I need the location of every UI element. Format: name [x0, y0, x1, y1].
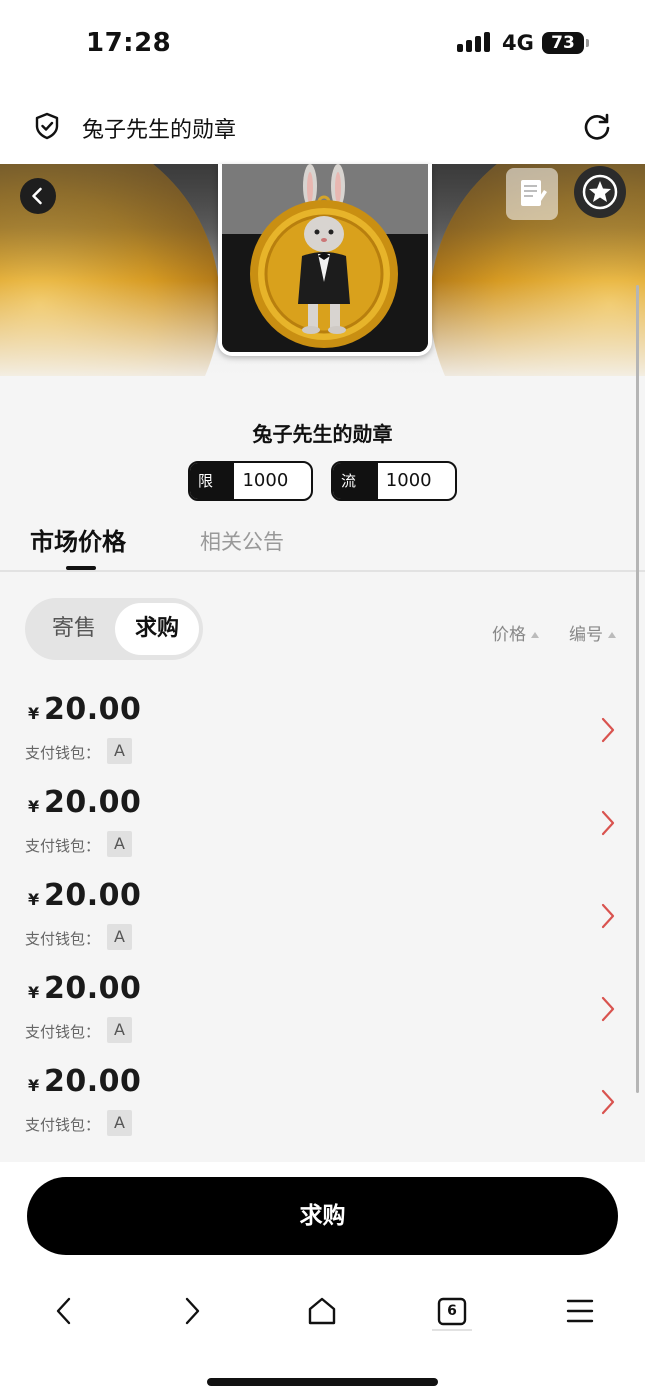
wallet-label: 支付钱包：: [25, 1116, 101, 1134]
battery-icon: 73: [542, 32, 584, 54]
tabs-count: 6: [447, 1303, 457, 1319]
menu-icon[interactable]: [560, 1291, 600, 1331]
wallet-tag: A: [107, 924, 132, 950]
sort-number-label: 编号: [569, 625, 603, 645]
chevron-right-icon: [601, 903, 615, 929]
main-content: 兔子先生的勋章 限量 1000份 流通 1000份 市场价格 相关公告 寄售 求…: [0, 376, 645, 1162]
wallet-label: 支付钱包：: [25, 837, 101, 855]
star-icon: [582, 174, 618, 210]
favorite-button[interactable]: [574, 166, 626, 218]
browser-back-icon[interactable]: [44, 1291, 84, 1331]
sort-price-label: 价格: [492, 625, 526, 645]
title-bar: 兔子先生的勋章: [0, 88, 645, 164]
page-title: 兔子先生的勋章: [82, 118, 237, 143]
listing-price: 20.00: [44, 692, 142, 727]
sell-buy-toggle: 寄售 求购: [25, 598, 203, 660]
sort-up-icon: [608, 632, 616, 638]
rabbit-medal-icon: [222, 164, 428, 352]
circulation-badge: 流通 1000份: [331, 461, 457, 501]
shield-icon: [35, 112, 59, 140]
browser-forward-icon[interactable]: [172, 1291, 212, 1331]
limit-badge: 限量 1000份: [188, 461, 313, 501]
wallet-label: 支付钱包：: [25, 744, 101, 762]
medal-image: [218, 164, 432, 356]
currency-symbol: ¥: [28, 797, 40, 816]
home-icon[interactable]: [302, 1291, 342, 1331]
status-time: 17:28: [86, 28, 172, 58]
wallet-tag: A: [107, 1017, 132, 1043]
refresh-icon[interactable]: [582, 112, 612, 142]
wallet-tag: A: [107, 831, 132, 857]
listing-price: 20.00: [44, 971, 142, 1006]
list-item[interactable]: ¥ 20.00 支付钱包： A: [0, 965, 645, 1058]
wallet-label: 支付钱包：: [25, 930, 101, 948]
currency-symbol: ¥: [28, 983, 40, 1002]
chevron-left-icon: [32, 187, 42, 205]
limit-value: 1000份: [242, 470, 289, 491]
browser-toolbar: 6: [0, 1275, 645, 1355]
currency-symbol: ¥: [28, 704, 40, 723]
sort-by-number[interactable]: 编号: [569, 620, 616, 645]
scrollbar[interactable]: [636, 285, 639, 1093]
listing-price: 20.00: [44, 1064, 142, 1099]
chevron-right-icon: [601, 996, 615, 1022]
limit-label: 限量: [190, 463, 235, 499]
list-item[interactable]: ¥ 20.00 支付钱包： A: [0, 779, 645, 872]
sort-by-price[interactable]: 价格: [492, 620, 539, 645]
currency-symbol: ¥: [28, 890, 40, 909]
listing-price: 20.00: [44, 878, 142, 913]
circulation-value: 1000份: [385, 470, 432, 491]
tab-market-price[interactable]: 市场价格: [30, 522, 126, 557]
list-item[interactable]: ¥ 20.00 支付钱包： A: [0, 1058, 645, 1151]
network-type: 4G: [502, 31, 534, 55]
tab-active-indicator: [66, 566, 96, 570]
listing-price: 20.00: [44, 785, 142, 820]
wallet-tag: A: [107, 1110, 132, 1136]
wallet-label: 支付钱包：: [25, 1023, 101, 1041]
signal-icon: [457, 32, 491, 52]
edit-note-icon: [521, 180, 547, 206]
back-button[interactable]: [20, 178, 56, 214]
status-bar: 17:28 4G 73: [0, 0, 645, 88]
home-indicator: [207, 1378, 438, 1386]
list-item[interactable]: ¥ 20.00 支付钱包： A: [0, 872, 645, 965]
tabs-button[interactable]: 6: [432, 1291, 472, 1331]
chevron-right-icon: [601, 717, 615, 743]
toggle-sell[interactable]: 寄售: [33, 603, 115, 655]
currency-symbol: ¥: [28, 1076, 40, 1095]
list-item[interactable]: ¥ 20.00 支付钱包： A: [0, 686, 645, 779]
product-name: 兔子先生的勋章: [252, 422, 393, 446]
chevron-right-icon: [601, 1089, 615, 1115]
wallet-tag: A: [107, 738, 132, 764]
circulation-label: 流通: [333, 463, 378, 499]
tab-bar: 市场价格 相关公告: [0, 518, 645, 572]
battery-tip: [586, 39, 589, 47]
sort-up-icon: [531, 632, 539, 638]
chevron-right-icon: [601, 810, 615, 836]
toggle-buy[interactable]: 求购: [115, 603, 199, 655]
tab-announcements[interactable]: 相关公告: [200, 526, 284, 556]
edit-button[interactable]: [506, 168, 558, 220]
buy-request-button[interactable]: 求购: [27, 1177, 618, 1255]
